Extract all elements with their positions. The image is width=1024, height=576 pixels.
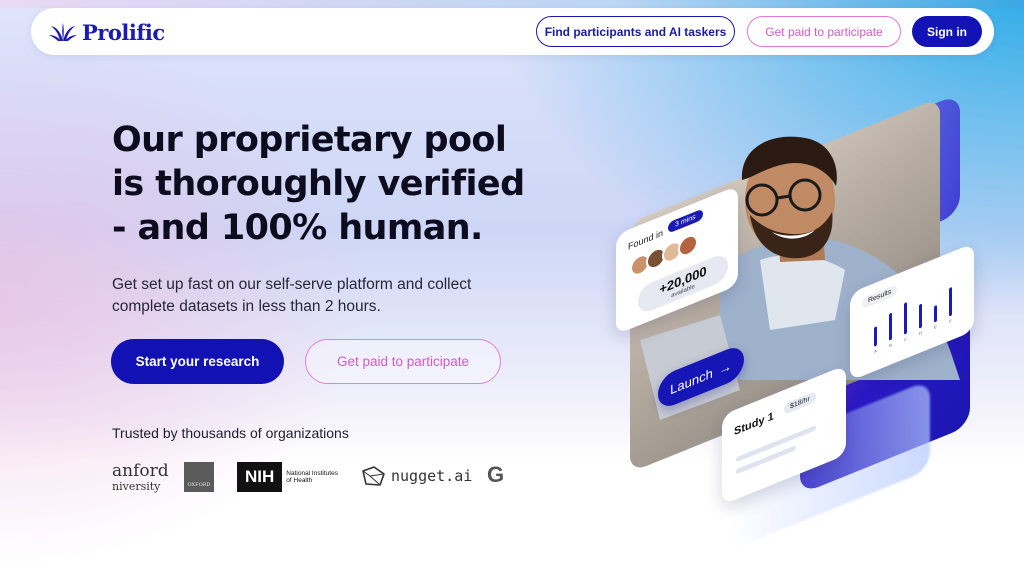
nugget-logo: nugget.ai: [360, 465, 472, 487]
hero-subtext: Get set up fast on our self-serve platfo…: [112, 276, 472, 315]
sign-in-button[interactable]: Sign in: [912, 16, 982, 47]
hero-illustration: Found in 3 mins +20,000 available Result…: [600, 93, 1000, 551]
top-gradient-strip: [0, 0, 1024, 8]
nih-name: National Institutes of Health: [286, 470, 338, 484]
stanford-logo: anford niversity: [112, 462, 169, 494]
nih-mark: NIH: [237, 462, 283, 492]
stanford-logo-line-2: niversity: [112, 480, 161, 493]
prolific-mark-icon: [49, 23, 77, 41]
avatar: [678, 231, 698, 260]
nih-logo: NIH National Institutes of Health: [237, 462, 344, 492]
found-time-badge: 3 mins: [668, 208, 703, 234]
navbar: Prolific Find participants and AI tasker…: [31, 8, 994, 55]
nugget-mark-icon: [362, 466, 385, 486]
arrow-right-icon: →: [718, 357, 732, 378]
headline-line-3: - and 100% human.: [112, 208, 483, 248]
find-participants-button[interactable]: Find participants and AI taskers: [536, 16, 735, 47]
results-axis-label: E: [934, 324, 937, 330]
nugget-logo-text: nugget.ai: [391, 467, 473, 485]
headline-line-1: Our proprietary pool: [112, 120, 507, 160]
results-axis-label: A: [874, 348, 877, 354]
oxford-logo-text: OXFORD: [187, 482, 211, 488]
stanford-logo-line-1: anford: [112, 461, 169, 481]
brand-name: Prolific: [82, 19, 165, 45]
headline-line-2: is thoroughly verified: [112, 164, 525, 204]
study-rate-badge: $18/hr: [784, 391, 816, 415]
study-title: Study 1: [734, 410, 774, 439]
results-axis-label: F: [949, 318, 952, 324]
google-logo-partial: G: [487, 462, 505, 487]
trusted-text: Trusted by thousands of organizations: [112, 425, 349, 441]
get-paid-nav-button[interactable]: Get paid to participate: [747, 16, 901, 47]
hero-headline: Our proprietary pool is thoroughly verif…: [112, 118, 532, 250]
oxford-logo: OXFORD: [184, 462, 214, 492]
get-paid-hero-button[interactable]: Get paid to participate: [305, 339, 501, 384]
prolific-logo[interactable]: Prolific: [48, 19, 165, 45]
partner-logos: anford niversity OXFORD NIH National Ins…: [112, 460, 512, 500]
results-axis-label: C: [904, 336, 907, 342]
start-research-button[interactable]: Start your research: [111, 339, 284, 384]
results-axis-label: D: [919, 330, 922, 336]
results-axis-label: B: [889, 342, 892, 348]
